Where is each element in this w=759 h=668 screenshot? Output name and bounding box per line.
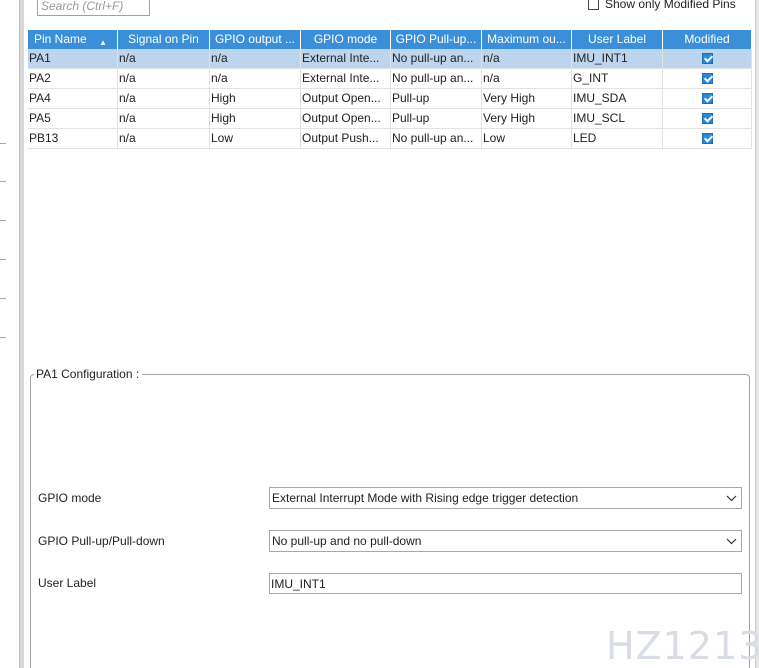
checked-checkbox-icon[interactable] — [702, 73, 713, 84]
column-header-user-label[interactable]: User Label — [572, 30, 663, 49]
cell-signal: n/a — [118, 89, 210, 108]
cell-signal: n/a — [118, 129, 210, 148]
cell-pull: No pull-up an... — [391, 49, 482, 68]
divider — [0, 220, 6, 221]
gpio-mode-label: GPIO mode — [38, 491, 102, 505]
divider — [0, 181, 6, 182]
cell-user-label: G_INT — [572, 69, 663, 88]
checked-checkbox-icon[interactable] — [702, 133, 713, 144]
cell-mode: Output Open... — [301, 89, 391, 108]
cell-pull: No pull-up an... — [391, 129, 482, 148]
cell-max-speed: Very High — [482, 109, 572, 128]
column-header-signal[interactable]: Signal on Pin — [118, 30, 210, 49]
column-header-max-speed[interactable]: Maximum ou... — [482, 30, 572, 49]
cell-pin: PA4 — [28, 89, 118, 108]
table-row[interactable]: PA1 n/a n/a External Inte... No pull-up … — [28, 49, 752, 69]
cell-pin: PB13 — [28, 129, 118, 148]
cell-max-speed: n/a — [482, 49, 572, 68]
gpio-mode-value: External Interrupt Mode with Rising edge… — [272, 491, 579, 505]
table-row[interactable]: PA2 n/a n/a External Inte... No pull-up … — [28, 69, 752, 89]
cell-pull: Pull-up — [391, 89, 482, 108]
search-input[interactable] — [37, 0, 150, 16]
column-header-modified[interactable]: Modified — [663, 30, 752, 49]
cell-max-speed: n/a — [482, 69, 572, 88]
checked-checkbox-icon[interactable] — [702, 93, 713, 104]
cell-max-speed: Very High — [482, 89, 572, 108]
cell-pin: PA1 — [28, 49, 118, 68]
divider — [0, 259, 6, 260]
cell-output: n/a — [210, 49, 301, 68]
user-label-input[interactable] — [269, 573, 742, 594]
scrollbar-right[interactable] — [755, 0, 759, 668]
cell-signal: n/a — [118, 109, 210, 128]
table-row[interactable]: PB13 n/a Low Output Push... No pull-up a… — [28, 129, 752, 149]
cell-modified — [663, 49, 752, 68]
cell-signal: n/a — [118, 49, 210, 68]
table-header: Pin Name ▲ Signal on Pin GPIO output ...… — [28, 30, 752, 49]
table-row[interactable]: PA4 n/a High Output Open... Pull-up Very… — [28, 89, 752, 109]
cell-output: High — [210, 109, 301, 128]
cell-modified — [663, 129, 752, 148]
cell-mode: External Inte... — [301, 69, 391, 88]
cell-mode: Output Push... — [301, 129, 391, 148]
gpio-pull-select[interactable]: No pull-up and no pull-down — [269, 530, 742, 552]
column-header-gpio-mode[interactable]: GPIO mode — [301, 30, 391, 49]
cell-user-label: IMU_SDA — [572, 89, 663, 108]
sort-ascending-icon: ▲ — [99, 38, 107, 47]
cell-modified — [663, 89, 752, 108]
cell-modified — [663, 69, 752, 88]
gpio-pull-label: GPIO Pull-up/Pull-down — [38, 534, 165, 548]
cell-pull: Pull-up — [391, 109, 482, 128]
gpio-mode-select[interactable]: External Interrupt Mode with Rising edge… — [269, 487, 742, 509]
cell-output: n/a — [210, 69, 301, 88]
checked-checkbox-icon[interactable] — [702, 113, 713, 124]
divider — [0, 298, 6, 299]
show-modified-checkbox[interactable]: Show only Modified Pins — [588, 0, 736, 12]
cell-output: High — [210, 89, 301, 108]
cell-user-label: IMU_SCL — [572, 109, 663, 128]
cell-pin: PA5 — [28, 109, 118, 128]
divider — [0, 337, 6, 338]
cell-output: Low — [210, 129, 301, 148]
cell-user-label: IMU_INT1 — [572, 49, 663, 68]
cell-user-label: LED — [572, 129, 663, 148]
chevron-down-icon[interactable] — [721, 488, 741, 508]
watermark: HZ12138 — [606, 624, 759, 668]
column-header-label: Pin Name — [34, 32, 87, 46]
splitter-left[interactable] — [19, 0, 24, 668]
checked-checkbox-icon[interactable] — [702, 53, 713, 64]
column-header-gpio-pull[interactable]: GPIO Pull-up... — [391, 30, 482, 49]
cell-max-speed: Low — [482, 129, 572, 148]
gpio-pull-value: No pull-up and no pull-down — [272, 534, 422, 548]
show-modified-label: Show only Modified Pins — [605, 0, 736, 11]
column-header-pin-name[interactable]: Pin Name ▲ — [28, 30, 118, 49]
cell-pin: PA2 — [28, 69, 118, 88]
table-row[interactable]: PA5 n/a High Output Open... Pull-up Very… — [28, 109, 752, 129]
checkbox-icon[interactable] — [588, 0, 599, 10]
cell-mode: External Inte... — [301, 49, 391, 68]
chevron-down-icon[interactable] — [721, 531, 741, 551]
cell-mode: Output Open... — [301, 109, 391, 128]
left-panel-edge — [0, 0, 19, 668]
divider — [0, 143, 6, 144]
user-label-label: User Label — [38, 576, 97, 590]
configuration-title: PA1 Configuration : — [34, 367, 143, 381]
cell-modified — [663, 109, 752, 128]
column-header-gpio-output[interactable]: GPIO output ... — [210, 30, 301, 49]
cell-signal: n/a — [118, 69, 210, 88]
cell-pull: No pull-up an... — [391, 69, 482, 88]
pin-table: Pin Name ▲ Signal on Pin GPIO output ...… — [28, 30, 752, 149]
